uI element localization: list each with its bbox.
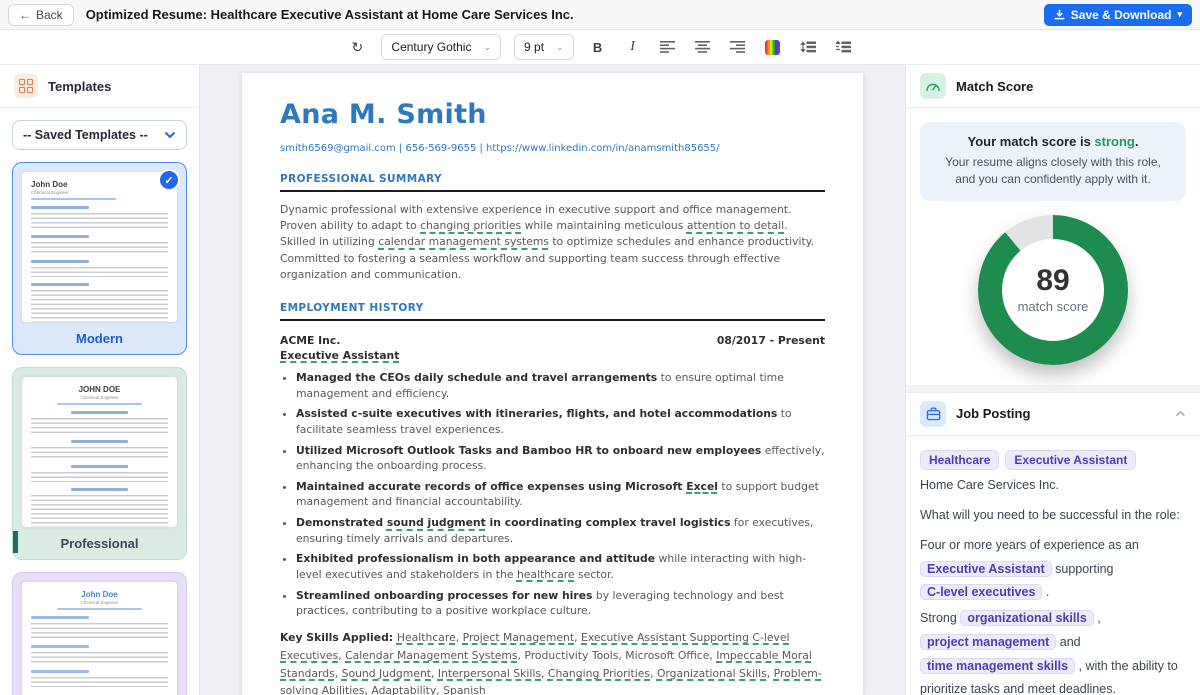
job-posting-title: Job Posting [956,406,1165,421]
job-header-acme[interactable]: ACME Inc. 08/2017 - Present [280,334,825,347]
job-role-acme[interactable]: Executive Assistant [280,349,825,362]
score-value: 89 [1018,266,1089,296]
font-family-value: Century Gothic [391,40,471,54]
resume-contact[interactable]: smith6569@gmail.com | 656-569-9655 | htt… [280,143,825,154]
bullet-item[interactable]: Streamlined onboarding processes for new… [296,588,825,619]
line-spacing-button[interactable] [797,35,819,59]
align-left-button[interactable] [657,35,679,59]
font-size-value: 9 pt [524,40,544,54]
match-score-title: Match Score [956,79,1186,94]
templates-title: Templates [48,79,111,94]
chevron-down-icon [164,131,176,139]
chevron-down-icon: ⌄ [556,42,564,53]
text-color-button[interactable] [762,35,784,59]
template-preview-professional: JOHN DOE Chemical Engineer [22,377,177,527]
job-posting-intro: What will you need to be successful in t… [920,508,1186,522]
saved-templates-dropdown[interactable]: -- Saved Templates -- [12,120,187,150]
back-button[interactable]: ← Back [8,4,74,26]
top-bar: ← Back Optimized Resume: Healthcare Exec… [0,0,1200,30]
section-header-summary[interactable]: PROFESSIONAL SUMMARY [280,173,825,192]
job-posting-section-header[interactable]: Job Posting [906,393,1200,436]
key-skills-acme[interactable]: Key Skills Applied: Healthcare, Project … [280,629,825,695]
company-name: ACME Inc. [280,334,340,347]
briefcase-icon [920,401,946,427]
back-label: Back [36,8,63,22]
job-posting-requirement-2: Strong organizational skills , project m… [920,607,1186,695]
chevron-down-icon: ⌄ [483,42,491,53]
template-card-professional[interactable]: JOHN DOE Chemical Engineer Professional [12,367,187,560]
template-label: Professional [22,527,177,559]
analysis-panel: Match Score Your match score is strong. … [905,65,1200,695]
section-header-employment[interactable]: EMPLOYMENT HISTORY [280,302,825,321]
template-card-third[interactable]: John Doe Chemical Engineer [12,572,187,695]
bullet-item[interactable]: Assisted c-suite executives with itinera… [296,406,825,437]
bullet-item[interactable]: Managed the CEOs daily schedule and trav… [296,370,825,401]
bullet-item[interactable]: Utilized Microsoft Outlook Tasks and Bam… [296,443,825,474]
editor-canvas: Ana M. Smith smith6569@gmail.com | 656-5… [200,65,905,695]
bullet-item[interactable]: Exhibited professionalism in both appear… [296,551,825,582]
templates-grid-icon [14,74,38,98]
tag-healthcare: Healthcare [920,450,999,470]
download-icon [1054,9,1065,20]
gauge-icon [920,73,946,99]
job-dates: 08/2017 - Present [717,334,825,347]
template-preview-third: John Doe Chemical Engineer [22,582,177,695]
templates-sidebar: Templates -- Saved Templates -- ✓ John D… [0,65,200,695]
chevron-up-icon[interactable] [1175,410,1186,417]
template-card-modern[interactable]: ✓ John Doe Chemical Engineer Modern [12,162,187,355]
align-center-button[interactable] [692,35,714,59]
font-family-select[interactable]: Century Gothic ⌄ [381,34,501,60]
save-download-button[interactable]: Save & Download ▾ [1044,4,1192,26]
align-right-icon [730,41,745,53]
match-score-section-header[interactable]: Match Score [906,65,1200,108]
bold-button[interactable]: B [587,35,609,59]
saved-templates-value: -- Saved Templates -- [23,128,148,142]
align-center-icon [695,41,710,53]
job-posting-requirement-1: Four or more years of experience as an E… [920,534,1186,605]
line-spacing-icon [800,41,816,53]
template-label: Modern [22,322,177,354]
resume-name[interactable]: Ana M. Smith [280,99,825,130]
page-title: Optimized Resume: Healthcare Executive A… [86,7,574,22]
bullet-item[interactable]: Demonstrated sound judgment in coordinat… [296,515,825,546]
match-score-message: Your match score is strong. Your resume … [920,122,1186,201]
job-posting-tags: Healthcare Executive Assistant [920,450,1186,470]
italic-button[interactable]: I [622,35,644,59]
tag-executive-assistant: Executive Assistant [1005,450,1136,470]
selected-check-icon: ✓ [158,169,180,191]
paragraph-spacing-button[interactable] [832,35,854,59]
caret-down-icon: ▾ [1177,9,1182,20]
align-left-icon [660,41,675,53]
refresh-icon[interactable]: ↻ [346,35,368,59]
back-arrow-icon: ← [19,8,31,22]
score-donut: 89 match score [978,215,1128,365]
job-bullets-acme: Managed the CEOs daily schedule and trav… [296,370,825,619]
summary-paragraph[interactable]: Dynamic professional with extensive expe… [280,202,825,283]
job-posting-company: Home Care Services Inc. [920,478,1186,492]
bullet-item[interactable]: Maintained accurate records of office ex… [296,479,825,510]
save-download-label: Save & Download [1071,8,1172,22]
format-toolbar: ↻ Century Gothic ⌄ 9 pt ⌄ B I [0,30,1200,65]
match-score-description: Your resume aligns closely with this rol… [934,154,1172,189]
match-score-gauge: 89 match score [906,215,1200,365]
match-score-headline: Your match score is strong. [934,134,1172,149]
font-size-select[interactable]: 9 pt ⌄ [514,34,574,60]
template-preview-modern: John Doe Chemical Engineer [22,172,177,322]
paragraph-spacing-icon [835,41,851,53]
score-label: match score [1018,299,1089,314]
align-right-button[interactable] [727,35,749,59]
rainbow-color-icon [765,40,780,55]
resume-page[interactable]: Ana M. Smith smith6569@gmail.com | 656-5… [242,73,863,695]
